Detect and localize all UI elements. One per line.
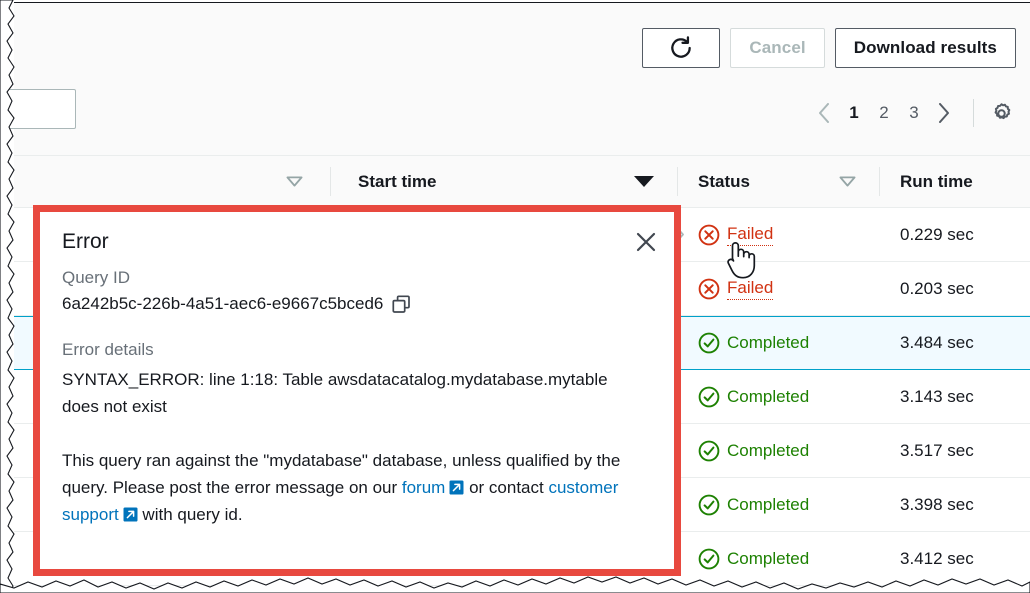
close-icon [635,231,657,253]
status-label[interactable]: Failed [727,278,773,300]
column-header-run-time-label: Run time [900,172,973,192]
status-cell: Completed [698,532,809,585]
status-success-icon [698,548,720,570]
error-popover-title: Error [62,230,652,254]
header-divider [879,167,880,196]
table-preferences-button[interactable] [986,98,1016,128]
results-toolbar: Cancel Download results [14,3,1030,79]
forum-link-label: forum [402,478,445,497]
console-page-surface: Cancel Download results 1 2 3 [14,2,1030,581]
run-time-cell: 0.229 sec [900,208,974,261]
header-divider [677,167,678,196]
query-id-value: 6a242b5c-226b-4a51-aec6-e9667c5bced6 [62,294,383,314]
error-popover-content: Error Query ID 6a242b5c-226b-4a51-aec6-e… [40,212,674,569]
query-id-row: 6a242b5c-226b-4a51-aec6-e9667c5bced6 [62,294,652,314]
table-header-row: Start time Status [14,155,1030,208]
run-time-cell: 3.143 sec [900,370,974,423]
status-cell: Failed [698,208,773,261]
column-header-status-label: Status [698,172,750,192]
pagination-next-button[interactable] [929,96,959,130]
run-time-cell: 3.517 sec [900,424,974,477]
pagination: 1 2 3 [809,91,1016,135]
toolbar-button-group: Cancel Download results [642,28,1016,68]
external-link-icon [123,507,138,522]
status-success-icon [698,332,720,354]
error-help-suffix: with query id. [138,505,243,524]
download-results-button[interactable]: Download results [835,28,1016,68]
chevron-right-icon [938,103,950,123]
triangle-down-outline-icon [839,176,856,187]
pagination-page-3[interactable]: 3 [899,96,929,130]
column-header-run-time[interactable]: Run time [900,156,973,207]
screenshot-root: Cancel Download results 1 2 3 [0,0,1030,593]
gear-icon [989,101,1014,126]
sort-icon-start-time[interactable] [633,156,655,207]
error-details-text: SYNTAX_ERROR: line 1:18: Table awsdataca… [62,366,642,420]
triangle-down-filled-icon [633,175,655,188]
forum-link[interactable]: forum [402,478,464,497]
external-link-icon [449,480,464,495]
status-success-icon [698,386,720,408]
cancel-button[interactable]: Cancel [730,28,824,68]
column-header-start-time-label: Start time [358,172,436,192]
status-success-icon [698,440,720,462]
status-error-icon [698,224,720,246]
status-success-icon [698,494,720,516]
status-label: Completed [727,333,809,353]
run-time-cell: 3.412 sec [900,532,974,585]
close-button[interactable] [632,228,660,256]
status-label: Completed [727,441,809,461]
status-error-icon [698,278,720,300]
error-popover: Error Query ID 6a242b5c-226b-4a51-aec6-e… [33,205,681,576]
status-label: Completed [727,387,809,407]
pagination-divider [973,99,974,127]
pagination-page-1[interactable]: 1 [839,96,869,130]
column-header-start-time[interactable]: Start time [358,156,436,207]
status-label: Completed [727,495,809,515]
status-cell: Failed [698,262,773,315]
copy-icon [392,295,411,314]
error-help-text: This query ran against the "mydatabase" … [62,447,642,528]
column-header-status[interactable]: Status [698,156,750,207]
pagination-page-2[interactable]: 2 [869,96,899,130]
run-time-cell: 3.398 sec [900,478,974,531]
refresh-icon [668,35,694,61]
refresh-button[interactable] [642,28,720,68]
status-cell: Completed [698,424,809,477]
copy-query-id-button[interactable] [391,294,411,314]
sort-icon-previous-column[interactable] [286,156,303,207]
run-time-cell: 0.203 sec [900,262,974,315]
status-label[interactable]: Failed [727,224,773,246]
pagination-prev-button[interactable] [809,96,839,130]
run-time-cell: 3.484 sec [900,317,974,369]
search-input[interactable] [0,89,76,129]
query-id-label: Query ID [62,268,652,288]
triangle-down-outline-icon [286,176,303,187]
sort-icon-status[interactable] [839,156,856,207]
status-label: Completed [727,549,809,569]
status-cell: Completed [698,317,809,369]
error-details-label: Error details [62,340,652,360]
chevron-left-icon [818,103,830,123]
error-help-middle: or contact [464,478,548,497]
status-cell: Completed [698,478,809,531]
status-cell: Completed [698,370,809,423]
header-divider [330,167,331,196]
